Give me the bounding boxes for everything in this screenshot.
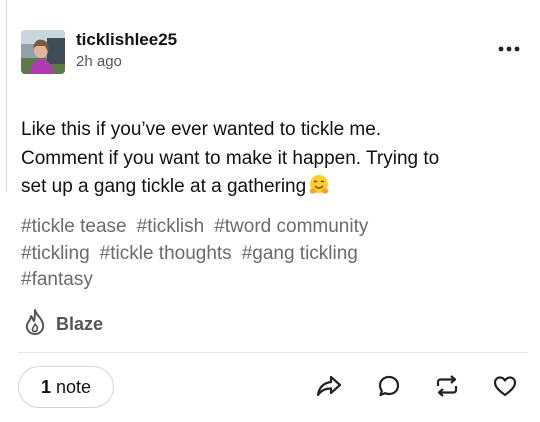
reblog-button[interactable] [432, 374, 462, 402]
username[interactable]: ticklishlee25 [76, 30, 177, 50]
avatar[interactable] [21, 30, 65, 74]
post-text-line: Comment if you want to make it happen. T… [21, 147, 440, 169]
post-timestamp: 2h ago [76, 53, 122, 70]
post-body: Like this if you’ve ever wanted to tickl… [21, 116, 511, 202]
post-text-line: set up a gang tickle at a gathering [21, 173, 511, 202]
tag-link[interactable]: #tickle thoughts [100, 241, 232, 268]
hugging-face-emoji [308, 174, 330, 196]
notes-button[interactable]: 1 note [18, 366, 114, 408]
reply-button[interactable] [374, 374, 404, 402]
reblog-icon [434, 374, 460, 403]
tag-link[interactable]: #tickle tease [21, 214, 127, 241]
share-button[interactable] [314, 374, 344, 402]
tag-link[interactable]: #ticklish [137, 214, 205, 241]
share-icon [316, 374, 342, 403]
notes-count: 1 [40, 376, 51, 397]
like-icon [492, 374, 518, 403]
post-header: ticklishlee25 2h ago [18, 26, 528, 76]
footer-divider [18, 352, 528, 353]
tag-link[interactable]: #tickling [21, 241, 90, 268]
flame-icon [22, 308, 48, 341]
post-card: ticklishlee25 2h ago Like this if you’ve… [18, 0, 528, 422]
tag-list: #tickle tease #ticklish #tword community #… [21, 214, 501, 294]
tag-link[interactable]: #fantasy [21, 267, 93, 294]
like-button[interactable] [490, 374, 520, 402]
notes-label: note [55, 376, 92, 397]
more-options-button[interactable] [494, 38, 524, 58]
left-divider [6, 0, 7, 192]
tag-link[interactable]: #gang tickling [242, 241, 358, 268]
reply-icon [377, 374, 401, 403]
post-text-line-content: set up a gang tickle at a gathering [21, 176, 307, 197]
blaze-button[interactable]: Blaze [22, 308, 104, 341]
post-text-line: Like this if you’ve ever wanted to tickl… [21, 119, 382, 140]
tag-link[interactable]: #tword community [214, 214, 368, 241]
blaze-label: Blaze [56, 313, 104, 334]
more-options-icon [498, 39, 520, 57]
